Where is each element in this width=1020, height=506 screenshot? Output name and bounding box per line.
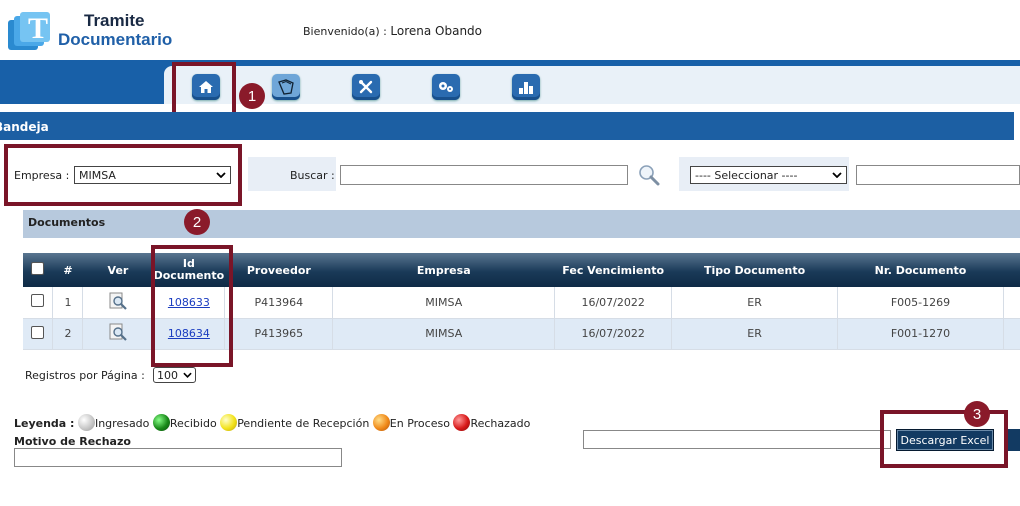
col-empresa: Empresa (332, 253, 555, 287)
tools-icon (359, 80, 373, 94)
chart-icon (519, 82, 533, 94)
row-checkbox-cell (23, 318, 54, 350)
svg-text:T: T (28, 12, 48, 45)
row-ver-cell (82, 318, 154, 350)
annotation-box-2 (151, 245, 233, 367)
row-num: 1 (52, 287, 84, 319)
select-all-checkbox[interactable] (31, 262, 45, 275)
row-proveedor: P413964 (224, 287, 334, 319)
legend-recibido: Recibido (169, 417, 217, 430)
nav-chart-button[interactable] (512, 74, 540, 100)
row-tipo: ER (671, 318, 839, 350)
documents-header: Documentos (23, 210, 1020, 238)
annotation-badge-1: 1 (239, 83, 265, 109)
section-title: Bandeja (0, 112, 1014, 140)
tipo-select[interactable]: ---- Seleccionar ---- (690, 166, 847, 184)
row-tipo: ER (671, 287, 839, 319)
row-num: 2 (52, 318, 84, 350)
motivo-label: Motivo de Rechazo (14, 435, 131, 448)
chevron-down-icon (183, 372, 192, 378)
col-num: # (52, 253, 83, 287)
status-pendiente-icon (220, 414, 238, 431)
row-nro: F005-1269 (837, 287, 1004, 319)
tipo-select-value: ---- Seleccionar ---- (695, 168, 798, 182)
col-ver: Ver (82, 253, 153, 287)
logo-icon: T (8, 12, 50, 50)
nav-book-button[interactable] (272, 74, 300, 100)
nav-tools-button[interactable] (352, 74, 380, 100)
status-ingresado-icon (77, 414, 95, 431)
status-en-proceso-icon (372, 414, 390, 431)
annotation-badge-2: 2 (184, 209, 210, 235)
status-recibido-icon (152, 414, 170, 431)
pagination-label: Registros por Página : (25, 369, 145, 382)
legend: Leyenda : Ingresado Recibido Pendiente d… (14, 414, 530, 431)
settings-icon (439, 82, 453, 92)
view-document-icon[interactable] (108, 292, 128, 310)
filter-text-input[interactable] (856, 165, 1020, 185)
col-nr-documento: Nr. Documento (837, 253, 1004, 287)
welcome-text: Bienvenido(a) : Lorena Obando (303, 24, 482, 38)
legend-rechazado: Rechazado (470, 417, 531, 430)
annotation-box-empresa (4, 144, 242, 206)
search-icon[interactable] (638, 164, 660, 186)
motivo-input[interactable] (14, 448, 342, 467)
row-fecha: 16/07/2022 (554, 287, 673, 319)
chevron-down-icon (832, 172, 842, 178)
view-document-icon[interactable] (108, 323, 128, 341)
legend-pendiente: Pendiente de Recepción (237, 417, 370, 430)
row-checkbox[interactable] (31, 325, 45, 339)
user-name: Lorena Obando (390, 24, 483, 38)
status-rechazado-icon (453, 414, 471, 431)
buscar-input[interactable] (340, 165, 628, 185)
row-nro: F001-1270 (837, 318, 1004, 350)
row-fecha: 16/07/2022 (554, 318, 673, 350)
page-size-value: 100 (157, 368, 178, 382)
annotation-badge-3: 3 (964, 401, 990, 427)
col-extra (1003, 253, 1020, 287)
legend-en-proceso: En Proceso (389, 417, 450, 430)
row-extra (1003, 318, 1020, 350)
legend-ingresado: Ingresado (94, 417, 150, 430)
row-empresa: MIMSA (332, 287, 556, 319)
welcome-prefix: Bienvenido(a) : (303, 25, 387, 38)
buscar-label: Buscar : (290, 169, 335, 182)
row-checkbox-cell (23, 287, 54, 319)
bottom-text-input[interactable] (583, 430, 891, 449)
select-all-header (23, 253, 53, 287)
app-title-line1: Tramite (84, 11, 145, 30)
row-ver-cell (82, 287, 154, 319)
app-title-line2: Documentario (58, 30, 173, 49)
row-empresa: MIMSA (332, 318, 556, 350)
col-fec-vencimiento: Fec Vencimiento (554, 253, 672, 287)
row-extra (1003, 287, 1020, 319)
nav-settings-button[interactable] (432, 74, 460, 100)
legend-title: Leyenda : (14, 417, 75, 430)
row-checkbox[interactable] (31, 294, 45, 308)
book-icon (278, 79, 294, 95)
row-proveedor: P413965 (224, 318, 334, 350)
col-proveedor: Proveedor (224, 253, 333, 287)
page-size-select[interactable]: 100 (153, 367, 196, 383)
col-tipo-documento: Tipo Documento (671, 253, 838, 287)
